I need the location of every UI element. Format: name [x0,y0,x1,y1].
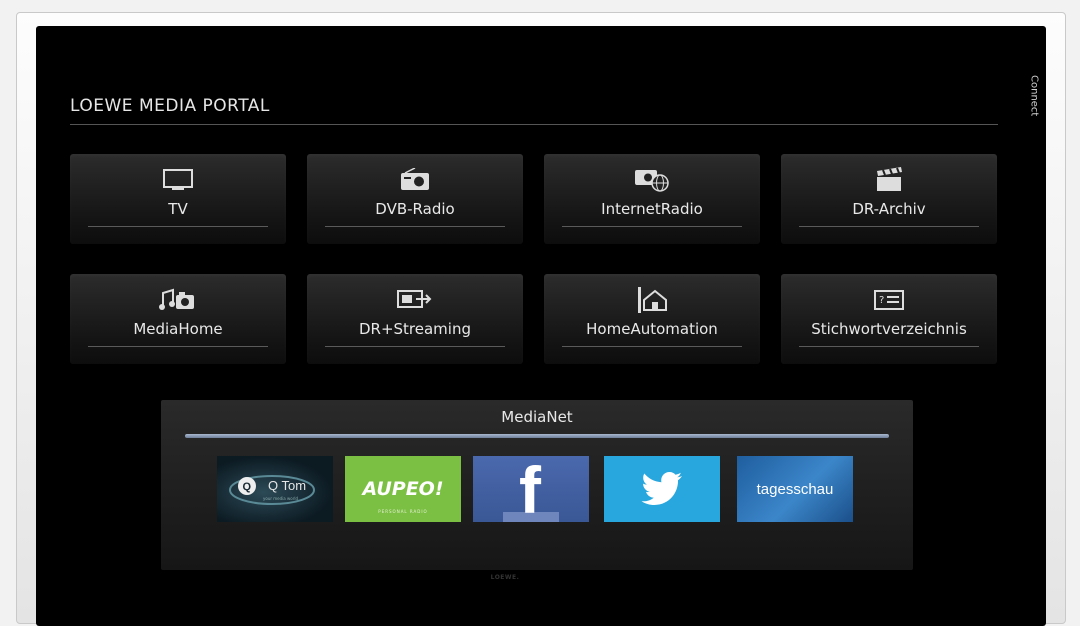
tile-label: HomeAutomation [586,320,718,338]
medianet-panel: MediaNet Q Q Tom your media world AUPEO!… [161,400,913,570]
tile-label: DR-Archiv [852,200,926,218]
facebook-logo: f [519,456,541,522]
svg-text:Q: Q [243,481,252,493]
streaming-icon [307,286,523,314]
home-automation-icon [544,286,760,314]
app-subtitle: PERSONAL RADIO [378,509,428,514]
aupeo-logo: AUPEO! [362,478,444,500]
app-name: Q Tom [267,477,307,493]
tile-home-automation[interactable]: HomeAutomation [544,274,760,364]
tile-label: TV [168,200,188,218]
tile-label: DR+Streaming [358,320,471,338]
tile-dr-archiv[interactable]: DR-Archiv [781,154,997,244]
app-tagesschau[interactable]: tagesschau [737,456,853,522]
svg-text:?: ? [879,295,884,306]
tile-label: Stichwortverzeichnis [811,320,967,338]
index-icon: ? [781,286,997,314]
connect-label: Connect [1028,75,1040,117]
radio-icon [307,166,523,194]
brand-logo: LOEWE. [490,574,520,581]
app-twitter[interactable] [604,456,720,522]
internet-radio-icon [544,166,760,194]
app-qtom[interactable]: Q Q Tom your media world [217,456,333,522]
tile-label: InternetRadio [601,200,703,218]
tile-media-home[interactable]: MediaHome [70,274,286,364]
tile-dr-streaming[interactable]: DR+Streaming [307,274,523,364]
tile-label: DVB-Radio [375,200,455,218]
medianet-title: MediaNet [501,408,573,426]
tile-internet-radio[interactable]: InternetRadio [544,154,760,244]
tile-label: MediaHome [133,320,223,338]
app-subtitle: your media world [263,496,299,501]
tile-dvb-radio[interactable]: DVB-Radio [307,154,523,244]
media-home-icon [70,286,286,314]
medianet-selection-bar [185,434,889,438]
tv-icon [70,166,286,194]
portal-title: LOEWE MEDIA PORTAL [70,96,270,116]
tagesschau-logo: tagesschau [756,480,834,498]
clapperboard-icon [781,166,997,194]
tile-tv[interactable]: TV [70,154,286,244]
twitter-bird-icon [641,472,682,505]
app-aupeo[interactable]: AUPEO! PERSONAL RADIO [345,456,461,522]
tile-stichwortverzeichnis[interactable]: ? Stichwortverzeichnis [781,274,997,364]
tv-screen: LOEWE MEDIA PORTAL Connect TV DVB-Radio … [36,26,1046,626]
app-facebook[interactable]: f [473,456,589,522]
title-divider [70,124,998,125]
